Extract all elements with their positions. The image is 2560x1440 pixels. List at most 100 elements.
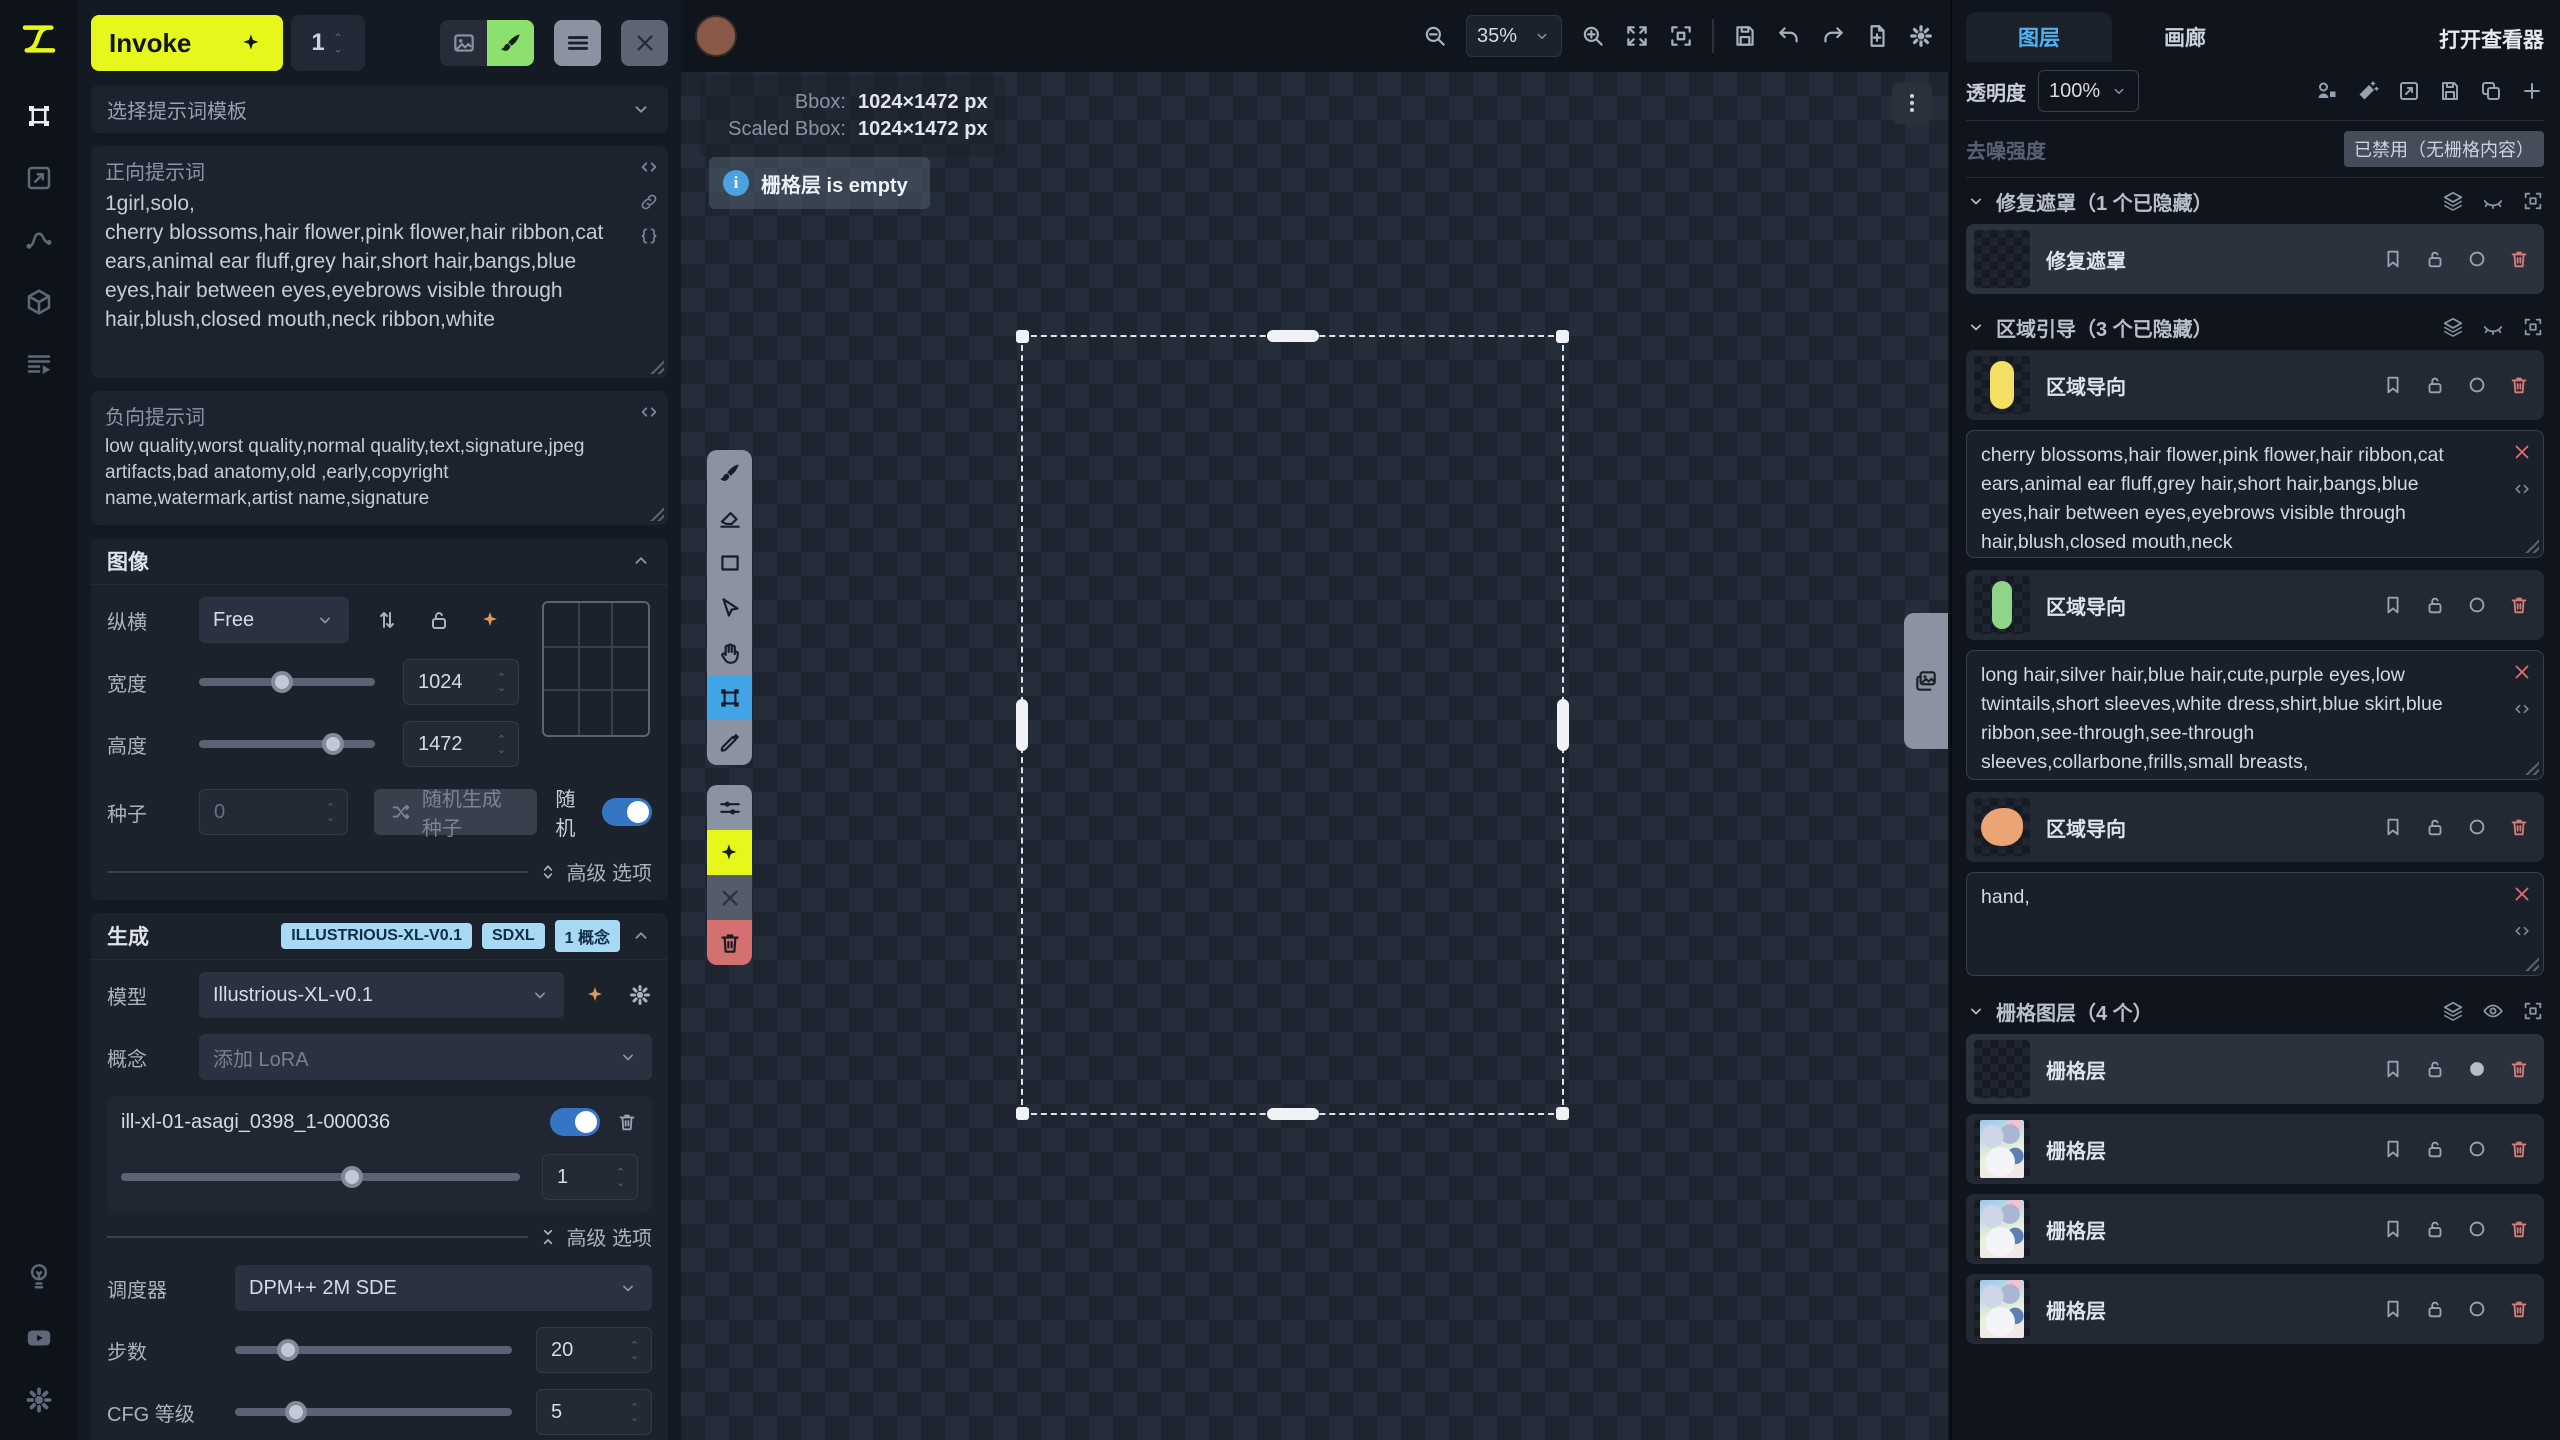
collapse-icon[interactable] — [630, 925, 652, 947]
undo-icon[interactable] — [1776, 23, 1802, 49]
eye-closed-icon[interactable] — [2482, 316, 2504, 338]
zoom-in-icon[interactable] — [1580, 23, 1606, 49]
delete-layer-icon[interactable] — [2508, 1298, 2530, 1320]
visibility-circle-icon[interactable] — [2466, 1298, 2488, 1320]
optimize-size-icon[interactable] — [479, 608, 503, 632]
add-layer-icon[interactable] — [2520, 79, 2544, 103]
layer-row-raster-1[interactable]: 栅格层 — [1966, 1034, 2544, 1104]
code-icon[interactable] — [638, 156, 660, 178]
code-icon[interactable] — [2512, 479, 2532, 499]
group-inpaint-mask[interactable]: 修复遮罩（1 个已隐藏） — [1966, 178, 2544, 224]
wand-icon[interactable] — [2356, 79, 2380, 103]
eye-closed-icon[interactable] — [2482, 190, 2504, 212]
nav-item-queue[interactable] — [17, 342, 61, 386]
bookmark-icon[interactable] — [2382, 594, 2404, 616]
frame-icon[interactable] — [2522, 1000, 2544, 1022]
visibility-circle-filled-icon[interactable] — [2466, 1058, 2488, 1080]
queue-count-arrows[interactable] — [331, 30, 345, 56]
image-mode-button[interactable] — [440, 20, 487, 66]
move-tool[interactable] — [707, 585, 752, 630]
queue-count-stepper[interactable]: 1 — [291, 15, 365, 71]
region-prompt-input[interactable]: hand, — [1981, 883, 2491, 912]
resize-handle[interactable] — [2523, 537, 2539, 553]
layer-row-inpaint[interactable]: 修复遮罩 — [1966, 224, 2544, 294]
bookmark-icon[interactable] — [2382, 1298, 2404, 1320]
chevron-down-icon[interactable] — [1966, 317, 1986, 337]
lock-icon[interactable] — [2424, 248, 2446, 270]
delete-layer-icon[interactable] — [2508, 374, 2530, 396]
gallery-pull-tab[interactable] — [1904, 613, 1948, 749]
nav-item-upscaling[interactable] — [17, 156, 61, 200]
open-viewer-link[interactable]: 打开查看器 — [2439, 24, 2544, 62]
delete-layer-icon[interactable] — [2508, 1218, 2530, 1240]
link-icon[interactable] — [639, 192, 659, 212]
collapse-icon[interactable] — [630, 550, 652, 572]
image-advanced-toggle[interactable]: 高级 选项 — [538, 857, 652, 886]
lora-weight-slider[interactable] — [121, 1173, 520, 1181]
layer-row-region-1[interactable]: 区域导向 — [1966, 350, 2544, 420]
lock-aspect-icon[interactable] — [427, 608, 451, 632]
brush-tool[interactable] — [707, 450, 752, 495]
canvas-settings-icon[interactable] — [1908, 23, 1934, 49]
scheduler-select[interactable]: DPM++ 2M SDE — [235, 1265, 652, 1311]
group-raster-layers[interactable]: 栅格图层（4 个） — [1966, 988, 2544, 1034]
close-panel-button[interactable] — [621, 20, 668, 66]
generation-advanced-toggle[interactable]: 高级 选项 — [538, 1222, 652, 1251]
layer-row-raster-2[interactable]: 栅格层 — [1966, 1114, 2544, 1184]
code-icon[interactable] — [638, 401, 660, 423]
chevron-down-icon[interactable] — [1966, 1001, 1986, 1021]
bbox-handle-e[interactable] — [1557, 699, 1569, 751]
random-seed-button[interactable]: 随机生成种子 — [374, 789, 538, 835]
model-settings-icon[interactable] — [628, 983, 652, 1007]
prompt-template-select[interactable]: 选择提示词模板 — [91, 85, 668, 133]
zoom-out-icon[interactable] — [1422, 23, 1448, 49]
canvas-stage[interactable]: Bbox:1024×1472 px Scaled Bbox:1024×1472 … — [681, 72, 1948, 1440]
code-icon[interactable] — [2512, 699, 2532, 719]
visibility-circle-icon[interactable] — [2466, 1138, 2488, 1160]
lock-icon[interactable] — [2424, 1218, 2446, 1240]
pan-tool[interactable] — [707, 630, 752, 675]
visibility-circle-icon[interactable] — [2466, 248, 2488, 270]
fit-bbox-icon[interactable] — [1668, 23, 1694, 49]
seed-input[interactable]: 0 — [199, 789, 348, 835]
layer-row-raster-3[interactable]: 栅格层 — [1966, 1194, 2544, 1264]
group-regional-guidance[interactable]: 区域引导（3 个已隐藏） — [1966, 304, 2544, 350]
bbox-tool[interactable] — [707, 675, 752, 720]
bbox-handle-se[interactable] — [1556, 1107, 1569, 1120]
lock-icon[interactable] — [2424, 594, 2446, 616]
crop-layer-icon[interactable] — [2397, 79, 2421, 103]
eye-icon[interactable] — [2482, 1000, 2504, 1022]
resize-handle[interactable] — [648, 358, 664, 374]
cfg-input[interactable]: 5 — [536, 1389, 652, 1435]
resize-handle[interactable] — [2523, 955, 2539, 971]
lora-toggle[interactable] — [550, 1108, 600, 1136]
layer-row-raster-4[interactable]: 栅格层 — [1966, 1274, 2544, 1344]
remove-prompt-icon[interactable] — [2511, 441, 2533, 463]
color-swatch[interactable] — [695, 15, 737, 57]
tab-layers[interactable]: 图层 — [1966, 12, 2112, 62]
region-prompt-input[interactable]: cherry blossoms,hair flower,pink flower,… — [1981, 441, 2491, 557]
braces-icon[interactable] — [639, 226, 659, 246]
lock-icon[interactable] — [2424, 1058, 2446, 1080]
eraser-tool[interactable] — [707, 495, 752, 540]
delete-layer-icon[interactable] — [2508, 1138, 2530, 1160]
layers-icon[interactable] — [2442, 190, 2464, 212]
merge-visible-icon[interactable] — [2315, 79, 2339, 103]
visibility-circle-icon[interactable] — [2466, 594, 2488, 616]
eyedropper-tool[interactable] — [707, 720, 752, 765]
nav-item-models[interactable] — [17, 280, 61, 324]
save-canvas-icon[interactable] — [1732, 23, 1758, 49]
canvas-menu-button[interactable] — [1892, 82, 1932, 124]
bbox-handle-n[interactable] — [1267, 330, 1319, 342]
bookmark-icon[interactable] — [2382, 1138, 2404, 1160]
code-icon[interactable] — [2512, 921, 2532, 941]
rect-tool[interactable] — [707, 540, 752, 585]
steps-slider[interactable] — [235, 1346, 512, 1354]
positive-prompt-input[interactable]: 1girl,solo, cherry blossoms,hair flower,… — [105, 189, 613, 334]
lora-weight-input[interactable]: 1 — [542, 1154, 638, 1200]
bookmark-icon[interactable] — [2382, 1058, 2404, 1080]
aspect-select[interactable]: Free — [199, 597, 349, 643]
generation-bbox[interactable] — [1021, 335, 1564, 1115]
bbox-handle-sw[interactable] — [1016, 1107, 1029, 1120]
delete-button[interactable] — [707, 920, 752, 965]
